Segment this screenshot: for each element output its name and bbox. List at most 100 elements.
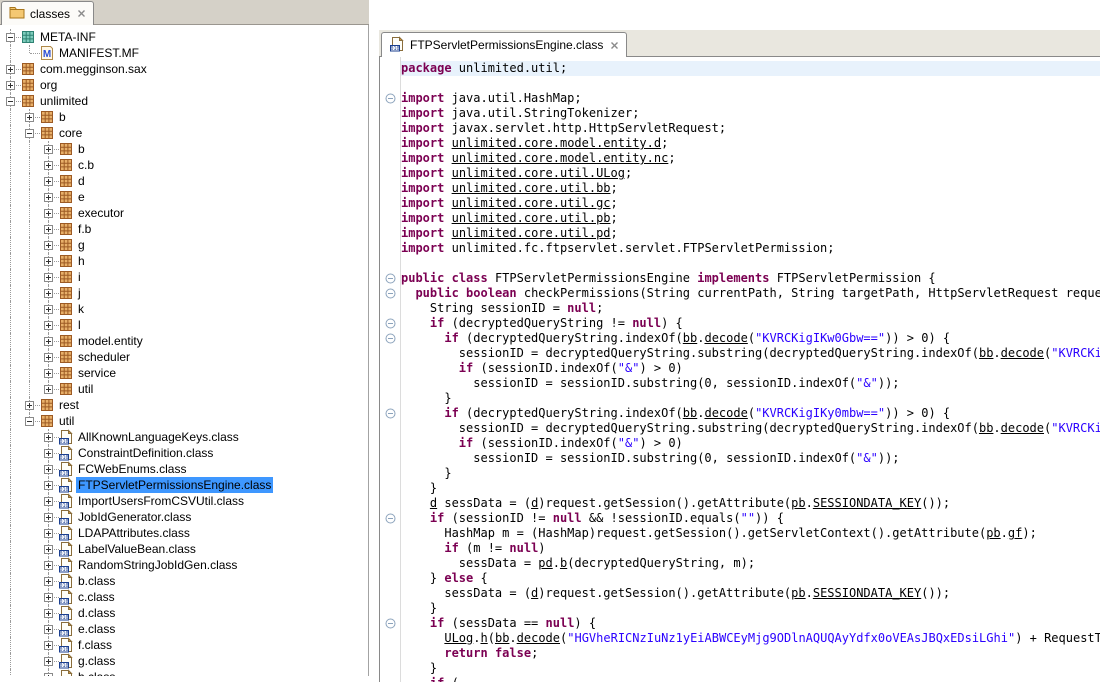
fold-gutter[interactable] bbox=[380, 57, 401, 682]
tree-item-label[interactable]: e.class bbox=[76, 621, 117, 637]
tree-item[interactable]: util bbox=[0, 413, 368, 429]
fold-collapse-icon[interactable] bbox=[380, 91, 400, 106]
expand-plus-icon[interactable] bbox=[44, 385, 53, 394]
tree-item-label[interactable]: j bbox=[76, 285, 83, 301]
tree-item[interactable]: l bbox=[0, 317, 368, 333]
tree-item[interactable]: i bbox=[0, 269, 368, 285]
tree-item[interactable]: 010LDAPAttributes.class bbox=[0, 525, 368, 541]
expand-plus-icon[interactable] bbox=[44, 561, 53, 570]
tree-item[interactable]: 010RandomStringJobIdGen.class bbox=[0, 557, 368, 573]
expand-plus-icon[interactable] bbox=[44, 433, 53, 442]
fold-collapse-icon[interactable] bbox=[380, 616, 400, 631]
expand-plus-icon[interactable] bbox=[44, 305, 53, 314]
tree-item-label[interactable]: LDAPAttributes.class bbox=[76, 525, 192, 541]
tree-item-label[interactable]: e bbox=[76, 189, 87, 205]
tree-item-label[interactable]: RandomStringJobIdGen.class bbox=[76, 557, 239, 573]
tree-item-label[interactable]: scheduler bbox=[76, 349, 132, 365]
tree-item-label[interactable]: ConstraintDefinition.class bbox=[76, 445, 215, 461]
tree-item-label[interactable]: MANIFEST.MF bbox=[57, 45, 141, 61]
close-icon[interactable] bbox=[610, 41, 619, 50]
collapse-minus-icon[interactable] bbox=[25, 417, 34, 426]
tree-item[interactable]: scheduler bbox=[0, 349, 368, 365]
tree-item[interactable]: d bbox=[0, 173, 368, 189]
expand-plus-icon[interactable] bbox=[44, 241, 53, 250]
tree-item-label[interactable]: JobIdGenerator.class bbox=[76, 509, 193, 525]
fold-collapse-icon[interactable] bbox=[380, 331, 400, 346]
tree-item[interactable]: 010b.class bbox=[0, 573, 368, 589]
tree-item-label[interactable]: service bbox=[76, 365, 118, 381]
tree-item-label[interactable]: util bbox=[57, 413, 76, 429]
tree-item[interactable]: service bbox=[0, 365, 368, 381]
tree-item-label[interactable]: g.class bbox=[76, 653, 117, 669]
tree-item-label[interactable]: c.class bbox=[76, 589, 117, 605]
tree-item[interactable]: 010LabelValueBean.class bbox=[0, 541, 368, 557]
expand-plus-icon[interactable] bbox=[44, 641, 53, 650]
tree-item-label[interactable]: model.entity bbox=[76, 333, 145, 349]
tree-item[interactable]: 010h.class bbox=[0, 669, 368, 676]
tree-item-label[interactable]: h bbox=[76, 253, 87, 269]
tree-item-label[interactable]: core bbox=[57, 125, 84, 141]
fold-collapse-icon[interactable] bbox=[380, 271, 400, 286]
expand-plus-icon[interactable] bbox=[44, 193, 53, 202]
tree-item-label[interactable]: rest bbox=[57, 397, 81, 413]
tree-item-label[interactable]: unlimited bbox=[38, 93, 90, 109]
tree-item[interactable]: MMANIFEST.MF bbox=[0, 45, 368, 61]
splitter-handle[interactable] bbox=[370, 0, 379, 682]
tree-item[interactable]: 010e.class bbox=[0, 621, 368, 637]
expand-plus-icon[interactable] bbox=[44, 673, 53, 676]
expand-plus-icon[interactable] bbox=[44, 353, 53, 362]
tab-editor[interactable]: 010 FTPServletPermissionsEngine.class bbox=[381, 32, 627, 57]
fold-collapse-icon[interactable] bbox=[380, 511, 400, 526]
tree-item-label[interactable]: b.class bbox=[76, 573, 117, 589]
collapse-minus-icon[interactable] bbox=[6, 33, 15, 42]
tree-item[interactable]: com.megginson.sax bbox=[0, 61, 368, 77]
tree-item-label[interactable]: util bbox=[76, 381, 95, 397]
tree-item[interactable]: 010ConstraintDefinition.class bbox=[0, 445, 368, 461]
tree-item[interactable]: e bbox=[0, 189, 368, 205]
tree-item[interactable]: g bbox=[0, 237, 368, 253]
tree-item-label[interactable]: k bbox=[76, 301, 86, 317]
tree-item[interactable]: j bbox=[0, 285, 368, 301]
tree-item[interactable]: 010g.class bbox=[0, 653, 368, 669]
tree-item-label[interactable]: FCWebEnums.class bbox=[76, 461, 188, 477]
expand-plus-icon[interactable] bbox=[44, 273, 53, 282]
tree-item[interactable]: executor bbox=[0, 205, 368, 221]
fold-collapse-icon[interactable] bbox=[380, 406, 400, 421]
close-icon[interactable] bbox=[77, 9, 86, 18]
tree-item-label[interactable]: b bbox=[57, 109, 68, 125]
tree-item[interactable]: c.b bbox=[0, 157, 368, 173]
tree-item-label[interactable]: d.class bbox=[76, 605, 117, 621]
collapse-minus-icon[interactable] bbox=[25, 129, 34, 138]
tree-item[interactable]: h bbox=[0, 253, 368, 269]
tree-item-label[interactable]: FTPServletPermissionsEngine.class bbox=[76, 477, 273, 493]
tree-item[interactable]: f.b bbox=[0, 221, 368, 237]
tree-item-label[interactable]: g bbox=[76, 237, 87, 253]
expand-plus-icon[interactable] bbox=[44, 321, 53, 330]
expand-plus-icon[interactable] bbox=[6, 81, 15, 90]
tree-item[interactable]: 010AllKnownLanguageKeys.class bbox=[0, 429, 368, 445]
tree-item[interactable]: 010f.class bbox=[0, 637, 368, 653]
tree-item-label[interactable]: AllKnownLanguageKeys.class bbox=[76, 429, 241, 445]
expand-plus-icon[interactable] bbox=[44, 449, 53, 458]
tree-item[interactable]: 010FTPServletPermissionsEngine.class bbox=[0, 477, 368, 493]
expand-plus-icon[interactable] bbox=[44, 545, 53, 554]
tree-item[interactable]: META-INF bbox=[0, 29, 368, 45]
tree-item[interactable]: 010FCWebEnums.class bbox=[0, 461, 368, 477]
tree-item[interactable]: 010ImportUsersFromCSVUtil.class bbox=[0, 493, 368, 509]
tree-item[interactable]: 010d.class bbox=[0, 605, 368, 621]
tree-item-label[interactable]: f.b bbox=[76, 221, 93, 237]
expand-plus-icon[interactable] bbox=[44, 609, 53, 618]
collapse-minus-icon[interactable] bbox=[6, 97, 15, 106]
tree-item-label[interactable]: d bbox=[76, 173, 87, 189]
expand-plus-icon[interactable] bbox=[44, 209, 53, 218]
tree-item[interactable]: rest bbox=[0, 397, 368, 413]
tree-item-label[interactable]: META-INF bbox=[38, 29, 98, 45]
expand-plus-icon[interactable] bbox=[44, 577, 53, 586]
expand-plus-icon[interactable] bbox=[44, 593, 53, 602]
tree-item-label[interactable]: l bbox=[76, 317, 83, 333]
tree-item-label[interactable]: h.class bbox=[76, 669, 117, 676]
tree-item[interactable]: unlimited bbox=[0, 93, 368, 109]
expand-plus-icon[interactable] bbox=[44, 497, 53, 506]
tree-item[interactable]: util bbox=[0, 381, 368, 397]
expand-plus-icon[interactable] bbox=[44, 481, 53, 490]
